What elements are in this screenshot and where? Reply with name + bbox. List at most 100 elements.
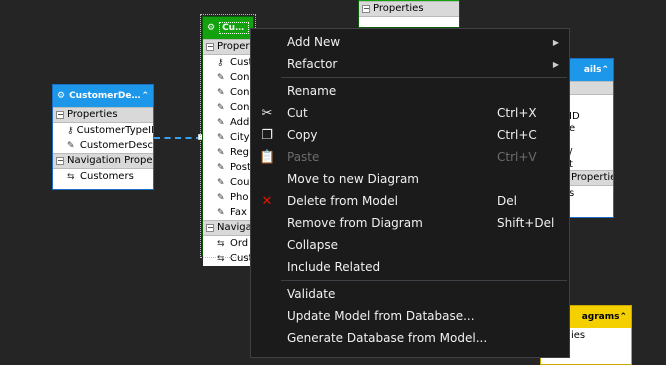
nav-property-row[interactable]: ⇆ Cust: [203, 251, 253, 266]
menu-item-label: Move to new Diagram: [287, 172, 419, 186]
property-row[interactable]: ⚷ Cust: [203, 55, 253, 70]
entity-header[interactable]: ⚙ CustomerDem... ⌃: [53, 85, 153, 107]
property-name: Add: [230, 117, 250, 128]
property-row[interactable]: ✎ Post: [203, 160, 253, 175]
properties-section-header[interactable]: − Properties: [53, 107, 153, 123]
menu-item-add-new[interactable]: Add New ▶: [251, 31, 569, 53]
entity-customer-demographics[interactable]: ⚙ CustomerDem... ⌃ −Properties ⚷Customer…: [52, 84, 154, 190]
menu-item-collapse[interactable]: Collapse: [251, 234, 569, 256]
entity-title[interactable]: Customers: [219, 22, 249, 34]
property-name: CustomerTypeID: [76, 125, 153, 136]
collapse-icon[interactable]: −: [56, 157, 64, 165]
property-name: Con: [230, 72, 250, 83]
menu-item-move-to-new-diagram[interactable]: Move to new Diagram: [251, 168, 569, 190]
entity-header[interactable]: ⚙ Customers: [203, 17, 253, 39]
nav-property-row[interactable]: ⇆ Customers: [53, 169, 153, 184]
collapse-icon[interactable]: −: [56, 111, 64, 119]
menu-separator: [281, 280, 567, 281]
property-icon: ✎: [217, 147, 225, 158]
navigation-section-header[interactable]: −Navigation Properties: [53, 153, 153, 169]
properties-section-header[interactable]: − Propert: [203, 39, 253, 55]
paste-icon: 📋: [259, 149, 276, 165]
property-row[interactable]: ✎ Con: [203, 100, 253, 115]
properties-section-header[interactable]: − Properties: [359, 1, 459, 17]
property-icon: ✎: [67, 140, 75, 151]
property-icon: ✎: [217, 132, 225, 143]
cut-icon: ✂: [261, 105, 273, 121]
menu-item-update-model[interactable]: Update Model from Database...: [251, 305, 569, 327]
property-row[interactable]: ✎ Add: [203, 115, 253, 130]
property-icon: ✎: [217, 102, 225, 113]
collapse-chevron-icon[interactable]: ⌃: [141, 91, 149, 101]
property-row[interactable]: ⚷ CustomerTypeID: [53, 123, 153, 138]
collapse-icon[interactable]: −: [362, 5, 370, 13]
menu-item-label: Include Related: [287, 260, 381, 274]
property-icon: ✎: [217, 177, 225, 188]
menu-item-shortcut: Del: [497, 194, 517, 208]
property-icon: ✎: [217, 72, 225, 83]
context-menu: Add New ▶ Refactor ▶ Rename ✂ Cut Ctrl+X…: [250, 28, 570, 358]
menu-item-shortcut: Ctrl+X: [497, 106, 537, 120]
menu-item-label: Paste: [287, 150, 320, 164]
delete-icon: ✕: [261, 193, 273, 209]
nav-property-name: Customers: [80, 171, 134, 182]
property-row[interactable]: ✎ Cou: [203, 175, 253, 190]
menu-item-rename[interactable]: Rename: [251, 80, 569, 102]
menu-item-label: Collapse: [287, 238, 338, 252]
menu-item-include-related[interactable]: Include Related: [251, 256, 569, 278]
key-icon: ⚷: [67, 125, 74, 136]
property-name: Con: [230, 87, 250, 98]
property-name: Fax: [230, 207, 247, 218]
collapse-chevron-icon[interactable]: ⌃: [619, 312, 627, 322]
property-row[interactable]: ✎ CustomerDesc: [53, 138, 153, 153]
property-row[interactable]: ✎ Regi: [203, 145, 253, 160]
menu-item-label: Update Model from Database...: [287, 309, 475, 323]
section-label: Propert: [217, 41, 253, 52]
entity-top-middle[interactable]: − Properties: [358, 0, 460, 28]
property-name: Pho: [230, 192, 249, 203]
collapse-icon[interactable]: −: [206, 224, 214, 232]
menu-item-remove-from-diagram[interactable]: Remove from Diagram Shift+Del: [251, 212, 569, 234]
submenu-arrow-icon: ▶: [552, 59, 559, 69]
menu-item-validate[interactable]: Validate: [251, 283, 569, 305]
menu-item-refactor[interactable]: Refactor ▶: [251, 53, 569, 75]
menu-item-delete-from-model[interactable]: ✕ Delete from Model Del: [251, 190, 569, 212]
menu-item-label: Add New: [287, 35, 341, 49]
property-icon: ✎: [217, 207, 225, 218]
collapse-icon[interactable]: −: [206, 43, 214, 51]
nav-property-name: Ord: [230, 238, 249, 249]
section-label: Properties: [373, 3, 424, 14]
navigation-icon: ⇆: [217, 253, 225, 264]
association-connector[interactable]: [154, 137, 202, 139]
menu-item-copy[interactable]: ❐ Copy Ctrl+C: [251, 124, 569, 146]
menu-item-label: Remove from Diagram: [287, 216, 423, 230]
entity-customers[interactable]: ⚙ Customers −Propert ⚷Cust ✎Con ✎Con ✎Co…: [200, 14, 256, 266]
property-name: Con: [230, 102, 250, 113]
property-name: Post: [230, 162, 251, 173]
key-icon: ⚷: [217, 57, 224, 68]
menu-item-generate-database[interactable]: Generate Database from Model...: [251, 327, 569, 349]
nav-property-row[interactable]: ⇆ Ord: [203, 236, 253, 251]
menu-item-cut[interactable]: ✂ Cut Ctrl+X: [251, 102, 569, 124]
property-icon: ✎: [217, 192, 225, 203]
property-row[interactable]: ✎ Fax: [203, 205, 253, 220]
property-name: Cou: [230, 177, 250, 188]
property-name: ies: [571, 330, 586, 341]
property-icon: ✎: [217, 117, 225, 128]
property-row[interactable]: ✎ Con: [203, 85, 253, 100]
menu-item-shortcut: Ctrl+C: [497, 128, 537, 142]
menu-item-label: Generate Database from Model...: [287, 331, 488, 345]
menu-item-label: Rename: [287, 84, 337, 98]
property-name: City: [230, 132, 250, 143]
submenu-arrow-icon: ▶: [552, 37, 559, 47]
property-row[interactable]: ✎ Con: [203, 70, 253, 85]
property-icon: ✎: [217, 87, 225, 98]
navigation-section-header[interactable]: − Navigat: [203, 220, 253, 236]
property-row[interactable]: ✎ Pho: [203, 190, 253, 205]
menu-item-label: Validate: [287, 287, 336, 301]
property-name: Regi: [230, 147, 252, 158]
menu-item-paste: 📋 Paste Ctrl+V: [251, 146, 569, 168]
section-label: Properties: [571, 172, 613, 183]
property-row[interactable]: ✎ City: [203, 130, 253, 145]
collapse-chevron-icon[interactable]: ⌃: [601, 65, 609, 75]
